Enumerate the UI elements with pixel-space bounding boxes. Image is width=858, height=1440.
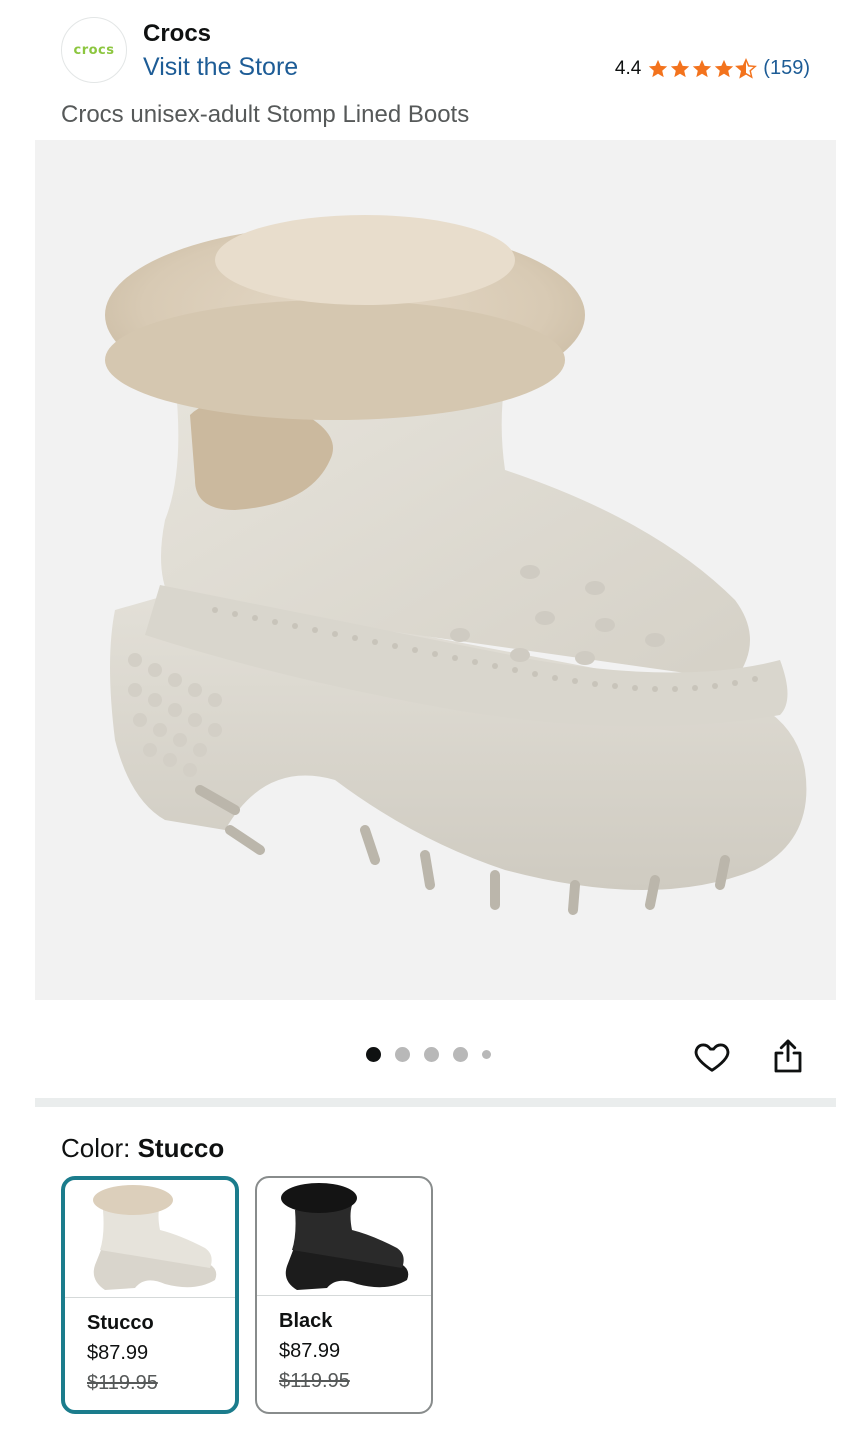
image-carousel-indicator[interactable] [366,1047,491,1062]
product-image[interactable] [35,140,836,1000]
share-icon[interactable] [766,1034,810,1078]
color-swatch-black[interactable]: Black $87.99 $119.95 [255,1176,433,1414]
half-star-icon [735,57,758,79]
rating-value: 4.4 [614,57,642,79]
rating-count[interactable]: (159) [763,57,810,80]
heart-icon[interactable] [690,1034,734,1078]
star-icon [649,59,668,77]
carousel-dot[interactable] [482,1050,491,1059]
star-rating [647,57,758,80]
swatch-thumbnail [257,1178,431,1296]
swatch-name: Black [279,1310,333,1332]
rating-summary[interactable]: 4.4 (159) [615,57,810,80]
swatch-price: $87.99 [279,1340,341,1362]
swatch-list-price: $119.95 [87,1372,158,1394]
color-swatch-stucco[interactable]: Stucco $87.99 $119.95 [61,1176,239,1414]
product-header: crocs Crocs Visit the Store 4.4 (159) [0,0,858,100]
brand-logo[interactable]: crocs [61,17,127,83]
carousel-dot[interactable] [453,1047,468,1062]
swatch-list-price: $119.95 [279,1370,350,1392]
section-divider [35,1098,836,1107]
star-icon [715,59,734,77]
star-icon [693,59,712,77]
brand-name: Crocs [143,20,212,47]
swatch-name: Stucco [87,1312,154,1334]
color-label-prefix: Color: [61,1133,138,1163]
swatch-price: $87.99 [87,1342,149,1364]
carousel-dot[interactable] [395,1047,410,1062]
boot-image [105,215,807,915]
product-title: Crocs unisex-adult Stomp Lined Boots [61,101,470,128]
carousel-dot[interactable] [366,1047,381,1062]
star-icon [671,59,690,77]
visit-store-link[interactable]: Visit the Store [143,53,298,82]
color-label: Color: Stucco [61,1133,224,1164]
swatch-thumbnail [65,1180,235,1298]
carousel-dot[interactable] [424,1047,439,1062]
selected-color-name: Stucco [137,1133,225,1163]
brand-logo-text: crocs [73,42,115,58]
